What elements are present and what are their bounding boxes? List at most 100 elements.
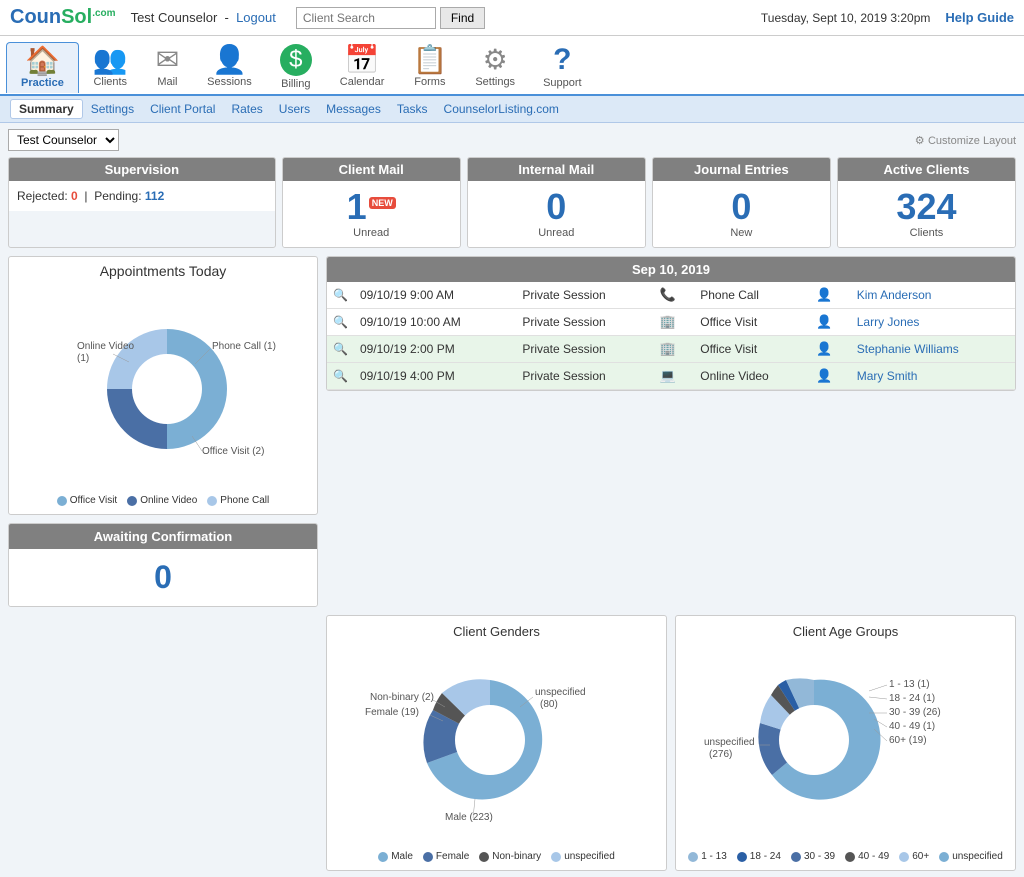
nav-item-sessions[interactable]: 👤 Sessions [193,42,266,92]
apt-type: Private Session [516,309,653,336]
appointments-table: 🔍 09/10/19 9:00 AM Private Session 📞 Pho… [327,282,1015,390]
age-chart-container: unspecified (276) 1 - 13 (1) 18 - 24 (1)… [684,645,1007,845]
nav-item-practice[interactable]: 🏠 Practice [6,42,79,93]
logo: CounSol.com [10,6,116,29]
unspecified-age-val: (276) [709,749,732,760]
legend-online-video: Online Video [127,495,197,506]
appointments-donut-body: Online Video (1) Phone Call (1) Office V… [9,285,317,514]
apt-client-name[interactable]: Stephanie Williams [851,336,1015,363]
customize-layout-link[interactable]: ⚙ Customize Layout [915,133,1016,147]
legend-label-male: Male [391,851,413,862]
nav-label-settings: Settings [475,76,515,88]
client-mail-card: Client Mail 1NEW Unread [282,157,461,248]
nav-item-calendar[interactable]: 📅 Calendar [326,42,399,92]
unspecified-label: unspecified [535,687,586,698]
active-clients-label: Clients [842,227,1011,239]
nav-item-forms[interactable]: 📋 Forms [398,42,461,92]
legend-dot-40-49 [845,852,855,862]
legend-label-40-49: 40 - 49 [858,851,889,862]
apt-client-name[interactable]: Larry Jones [851,309,1015,336]
nav-item-settings[interactable]: ⚙ Settings [461,42,529,92]
apt-search-icon[interactable]: 🔍 [327,309,354,336]
apt-type: Private Session [516,282,653,309]
header: CounSol.com Test Counselor - Logout Find… [0,0,1024,36]
subnav-rates[interactable]: Rates [223,100,270,118]
nav-item-clients[interactable]: 👥 Clients [79,42,142,92]
pending-value[interactable]: 112 [145,189,164,203]
line-1-13 [869,685,887,691]
apt-client-icon: 👤 [810,282,851,309]
journal-entries-card: Journal Entries 0 New [652,157,831,248]
apt-search-icon[interactable]: 🔍 [327,336,354,363]
find-button[interactable]: Find [440,7,485,29]
apt-visit-type: Office Visit [694,309,810,336]
internal-mail-label: Unread [472,227,641,239]
apt-search-icon[interactable]: 🔍 [327,282,354,309]
donut-hole [132,354,202,424]
help-guide-link[interactable]: Help Guide [945,10,1014,25]
legend-label-30-39: 30 - 39 [804,851,835,862]
table-row: 🔍 09/10/19 2:00 PM Private Session 🏢 Off… [327,336,1015,363]
legend-dot-60plus [899,852,909,862]
sessions-icon: 👤 [212,46,247,74]
internal-mail-value: 0 [472,189,641,225]
logout-link[interactable]: Logout [236,10,276,25]
legend-phone-call: Phone Call [207,495,269,506]
legend-label-18-24: 18 - 24 [750,851,781,862]
active-clients-card: Active Clients 324 Clients [837,157,1016,248]
legend-dot-unspecified-age [939,852,949,862]
journal-entries-label: New [657,227,826,239]
legend-unspecified-gender: unspecified [551,851,615,862]
legend-label-unspecified-gender: unspecified [564,851,615,862]
date-display: Tuesday, Sept 10, 2019 3:20pm [761,11,930,25]
support-icon: ? [553,45,571,75]
subnav-messages[interactable]: Messages [318,100,389,118]
client-mail-body: 1NEW Unread [283,181,460,247]
rejected-label: Rejected: [17,189,68,203]
subnav-tasks[interactable]: Tasks [389,100,436,118]
subnav-client-portal[interactable]: Client Portal [142,100,223,118]
subnav-summary[interactable]: Summary [10,99,83,119]
nav-item-billing[interactable]: $ Billing [266,40,326,94]
gender-chart-card: Client Genders Non-binary (2) [326,615,667,871]
counselor-dropdown[interactable]: Test Counselor [8,129,119,151]
main-grid: Appointments Today [8,256,1016,607]
apt-datetime: 09/10/19 2:00 PM [354,336,516,363]
forms-icon: 📋 [412,46,447,74]
nav-item-mail[interactable]: ✉ Mail [142,42,193,92]
table-row: 🔍 09/10/19 10:00 AM Private Session 🏢 Of… [327,309,1015,336]
nav-item-support[interactable]: ? Support [529,41,596,93]
legend-18-24: 18 - 24 [737,851,781,862]
line-18-24 [869,697,887,699]
subnav-counselorlisting[interactable]: CounselorListing.com [436,100,567,118]
internal-mail-card: Internal Mail 0 Unread [467,157,646,248]
apt-visit-type: Office Visit [694,336,810,363]
apt-client-name[interactable]: Mary Smith [851,363,1015,390]
nav-label-sessions: Sessions [207,76,252,88]
search-input[interactable] [296,7,436,29]
apt-client-icon: 👤 [810,363,851,390]
appointments-donut-title: Appointments Today [9,257,317,285]
house-icon: 🏠 [25,47,60,75]
counselor-select-area: Test Counselor [8,129,119,151]
billing-icon: $ [280,44,312,76]
legend-dot-unspecified-gender [551,852,561,862]
nav-label-calendar: Calendar [340,76,385,88]
legend-label-nonbinary: Non-binary [492,851,541,862]
apt-client-name[interactable]: Kim Anderson [851,282,1015,309]
rejected-value[interactable]: 0 [71,189,78,203]
left-panel: Appointments Today [8,256,318,607]
subnav-users[interactable]: Users [271,100,318,118]
nav-label-billing: Billing [281,78,310,90]
bottom-row: Client Genders Non-binary (2) [8,615,1016,871]
age-chart-title: Client Age Groups [684,624,1007,639]
internal-mail-header: Internal Mail [468,158,645,181]
gender-chart-svg: Non-binary (2) Female (19) unspecified (… [335,645,645,840]
legend-label-1-13: 1 - 13 [701,851,727,862]
active-clients-body: 324 Clients [838,181,1015,247]
nav-label-support: Support [543,77,582,89]
subnav-settings[interactable]: Settings [83,100,142,118]
legend-dot-18-24 [737,852,747,862]
apt-search-icon[interactable]: 🔍 [327,363,354,390]
legend-label-female: Female [436,851,469,862]
